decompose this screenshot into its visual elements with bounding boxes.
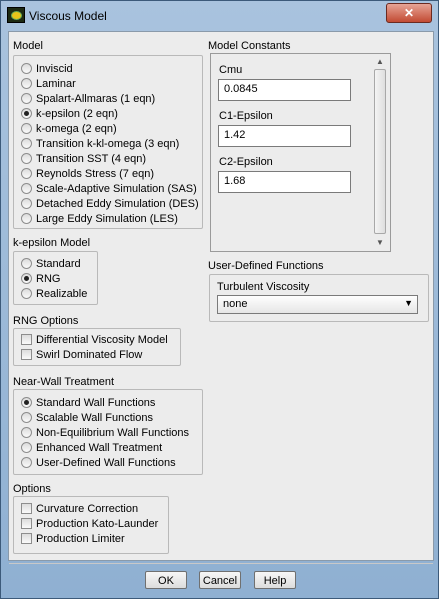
c2-epsilon-field[interactable]: 1.68 (218, 171, 351, 193)
scroll-up-arrow-icon[interactable]: ▲ (373, 56, 387, 68)
app-icon (7, 7, 25, 23)
model-group-title: Model (13, 40, 43, 52)
checkbox[interactable] (21, 503, 32, 514)
cmu-label: Cmu (219, 64, 243, 76)
radio-button[interactable] (21, 93, 32, 104)
dialog-body: Model Inviscid Laminar Spalart-Allmaras … (8, 31, 434, 589)
model-constants-scrollbar[interactable]: ▲ ▼ (373, 56, 387, 249)
turbulent-viscosity-label: Turbulent Viscosity (217, 281, 310, 293)
radio-button[interactable] (21, 63, 32, 74)
near-wall-treatment-group: Standard Wall Functions Scalable Wall Fu… (13, 389, 203, 475)
radio-button[interactable] (21, 198, 32, 209)
radio-button[interactable] (21, 78, 32, 89)
ok-button[interactable]: OK (145, 571, 187, 589)
radio-button-selected[interactable] (21, 273, 32, 284)
turbulent-viscosity-value: none (223, 298, 248, 310)
radio-button-selected[interactable] (21, 397, 32, 408)
close-button[interactable]: ✕ (386, 3, 432, 23)
title-bar[interactable]: Viscous Model ✕ (1, 1, 438, 29)
radio-button[interactable] (21, 442, 32, 453)
radio-button[interactable] (21, 288, 32, 299)
radio-button[interactable] (21, 168, 32, 179)
checkbox[interactable] (21, 349, 32, 360)
radio-button[interactable] (21, 427, 32, 438)
user-defined-functions-title: User-Defined Functions (208, 260, 324, 272)
window-title: Viscous Model (29, 9, 107, 23)
checkbox[interactable] (21, 334, 32, 345)
button-bar-separator (9, 563, 433, 564)
k-epsilon-model-title: k-epsilon Model (13, 237, 91, 249)
radio-button[interactable] (21, 258, 32, 269)
cmu-field[interactable]: 0.0845 (218, 79, 351, 101)
help-button[interactable]: Help (254, 571, 296, 589)
scroll-thumb[interactable] (374, 69, 386, 234)
radio-button[interactable] (21, 138, 32, 149)
options-group: Curvature Correction Production Kato-Lau… (13, 496, 169, 554)
cancel-button[interactable]: Cancel (199, 571, 241, 589)
radio-button[interactable] (21, 213, 32, 224)
model-constants-panel: Cmu 0.0845 C1-Epsilon 1.42 C2-Epsilon 1.… (210, 53, 391, 252)
rng-options-group: Differential Viscosity Model Swirl Domin… (13, 328, 181, 366)
radio-button-selected[interactable] (21, 108, 32, 119)
rng-options-title: RNG Options (13, 315, 79, 327)
model-group: Inviscid Laminar Spalart-Allmaras (1 eqn… (13, 55, 203, 229)
c1-epsilon-field[interactable]: 1.42 (218, 125, 351, 147)
radio-button[interactable] (21, 412, 32, 423)
radio-button[interactable] (21, 123, 32, 134)
checkbox[interactable] (21, 533, 32, 544)
radio-button[interactable] (21, 457, 32, 468)
scroll-down-arrow-icon[interactable]: ▼ (373, 237, 387, 249)
viscous-model-window: Viscous Model ✕ Model Inviscid Laminar S… (0, 0, 439, 599)
chevron-down-icon: ▼ (404, 298, 413, 308)
checkbox[interactable] (21, 518, 32, 529)
options-title: Options (13, 483, 51, 495)
turbulent-viscosity-select[interactable]: none ▼ (217, 295, 418, 314)
c1-epsilon-label: C1-Epsilon (219, 110, 273, 122)
model-constants-title: Model Constants (208, 40, 291, 52)
k-epsilon-model-group: Standard RNG Realizable (13, 251, 98, 305)
radio-button[interactable] (21, 153, 32, 164)
near-wall-treatment-title: Near-Wall Treatment (13, 376, 115, 388)
c2-epsilon-label: C2-Epsilon (219, 156, 273, 168)
radio-button[interactable] (21, 183, 32, 194)
